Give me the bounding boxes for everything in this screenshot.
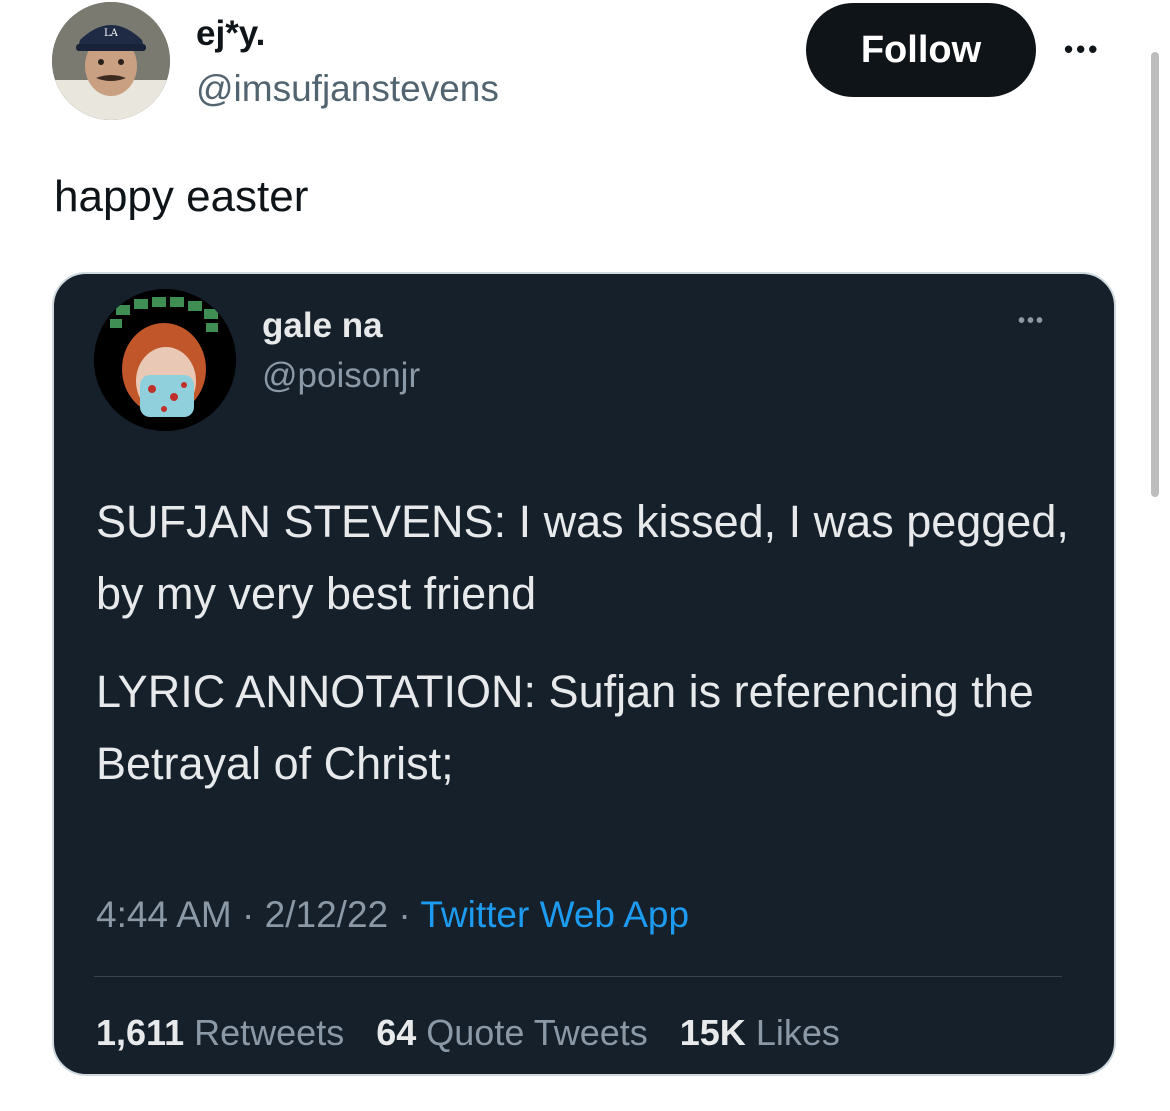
quoted-more-options-icon[interactable]: ••• xyxy=(1018,310,1045,333)
follow-button[interactable]: Follow xyxy=(806,3,1036,97)
quoted-tweet-meta: 4:44 AM · 2/12/22 · Twitter Web App xyxy=(96,894,689,936)
quoted-paragraph: SUFJAN STEVENS: I was kissed, I was pegg… xyxy=(96,496,1069,619)
quotes-stat[interactable]: 64 Quote Tweets xyxy=(376,1012,648,1053)
author-handle[interactable]: @imsufjanstevens xyxy=(196,68,499,110)
quoted-author-avatar[interactable] xyxy=(94,289,236,431)
meta-separator: · xyxy=(242,894,255,935)
tweet-time[interactable]: 4:44 AM xyxy=(96,894,232,935)
svg-text:LA: LA xyxy=(104,28,119,39)
meta-separator: · xyxy=(398,894,411,935)
divider xyxy=(94,976,1062,977)
author-avatar-image: LA xyxy=(52,2,170,120)
more-options-icon[interactable]: ••• xyxy=(1064,34,1100,65)
tweet-text: happy easter xyxy=(54,172,309,221)
likes-label: Likes xyxy=(755,1012,840,1053)
quoted-author-name[interactable]: gale na xyxy=(262,306,383,346)
author-name[interactable]: ej*y. xyxy=(196,14,265,54)
quoted-avatar-image xyxy=(94,289,236,431)
author-avatar[interactable]: LA xyxy=(52,2,170,120)
quoted-tweet-card[interactable]: gale na @poisonjr ••• SUFJAN STEVENS: I … xyxy=(52,272,1116,1076)
likes-stat[interactable]: 15K Likes xyxy=(680,1012,840,1053)
retweets-count: 1,611 xyxy=(96,1012,185,1053)
likes-count: 15K xyxy=(679,1012,746,1053)
quoted-author-handle[interactable]: @poisonjr xyxy=(262,356,420,396)
quotes-label: Quote Tweets xyxy=(426,1012,648,1053)
quotes-count: 64 xyxy=(376,1012,417,1053)
quoted-paragraph: LYRIC ANNOTATION: Sufjan is referencing … xyxy=(96,666,1034,789)
scrollbar[interactable] xyxy=(1151,52,1159,497)
quoted-tweet-stats: 1,611 Retweets 64 Quote Tweets 15K Likes xyxy=(96,1012,840,1054)
retweets-stat[interactable]: 1,611 Retweets xyxy=(96,1012,344,1053)
quoted-tweet-body: SUFJAN STEVENS: I was kissed, I was pegg… xyxy=(96,486,1076,826)
retweets-label: Retweets xyxy=(194,1012,345,1053)
tweet-date[interactable]: 2/12/22 xyxy=(265,894,388,935)
source-app-link[interactable]: Twitter Web App xyxy=(420,894,689,935)
